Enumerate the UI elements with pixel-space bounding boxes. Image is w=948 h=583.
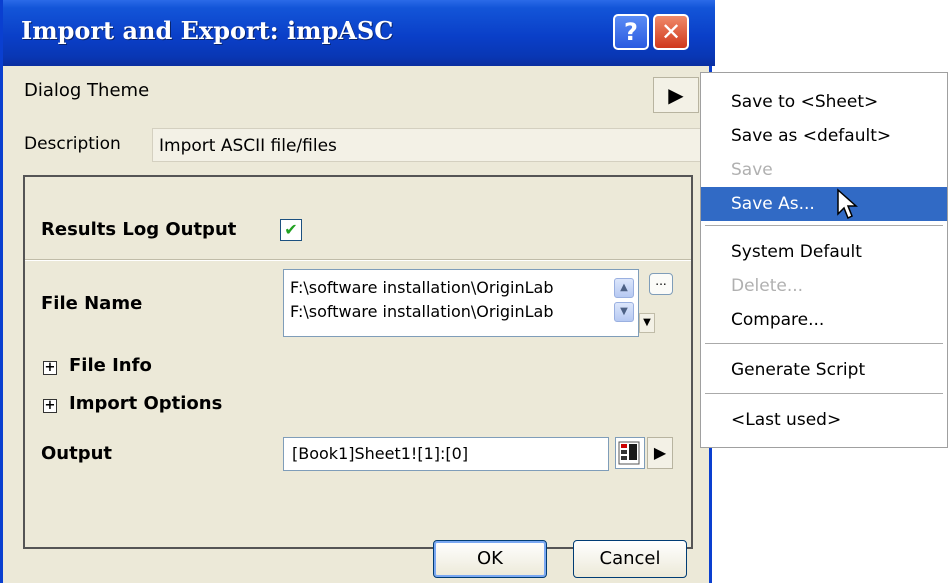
results-log-checkbox[interactable]: ✔ bbox=[280, 219, 302, 241]
output-range-selector-icon[interactable] bbox=[615, 437, 645, 469]
theme-context-menu: Save to <Sheet> Save as <default> Save S… bbox=[700, 72, 948, 448]
file-name-line-2: F:\software installation\OriginLab bbox=[290, 302, 554, 321]
output-menu-arrow-button[interactable]: ▶ bbox=[647, 437, 673, 469]
cancel-button[interactable]: Cancel bbox=[573, 540, 687, 578]
browse-button[interactable]: ... bbox=[649, 273, 673, 295]
file-info-label[interactable]: File Info bbox=[69, 355, 152, 376]
file-name-label: File Name bbox=[41, 293, 143, 314]
help-button[interactable]: ? bbox=[613, 14, 649, 50]
file-name-line-1: F:\software installation\OriginLab bbox=[290, 278, 554, 297]
import-options-label[interactable]: Import Options bbox=[69, 393, 222, 414]
menu-item-save-as[interactable]: Save As... bbox=[701, 187, 947, 221]
dialog-title: Import and Export: impASC bbox=[21, 16, 394, 45]
dialog-theme-label: Dialog Theme bbox=[24, 80, 150, 101]
description-row: Description Import ASCII file/files bbox=[6, 120, 704, 164]
import-options-expand-icon[interactable]: + bbox=[43, 399, 57, 413]
file-info-expand-icon[interactable]: + bbox=[43, 361, 57, 375]
scroll-down-icon[interactable]: ▼ bbox=[614, 302, 634, 322]
file-name-list[interactable]: F:\software installation\OriginLab F:\so… bbox=[283, 269, 639, 337]
file-dropdown-icon[interactable]: ▼ bbox=[639, 313, 655, 333]
settings-panel: Results Log Output ✔ File Name F:\softwa… bbox=[23, 175, 693, 549]
results-log-label: Results Log Output bbox=[41, 219, 237, 240]
import-export-dialog: Import and Export: impASC ? ✕ Dialog The… bbox=[0, 0, 715, 583]
menu-item-compare[interactable]: Compare... bbox=[701, 303, 947, 337]
menu-separator bbox=[705, 393, 943, 394]
mouse-cursor-icon bbox=[837, 188, 858, 220]
menu-item-last-used[interactable]: <Last used> bbox=[701, 403, 947, 437]
menu-item-generate-script[interactable]: Generate Script bbox=[701, 353, 947, 387]
menu-separator bbox=[705, 225, 943, 226]
dialog-theme-row: Dialog Theme ▶ bbox=[6, 70, 704, 114]
ok-button[interactable]: OK bbox=[433, 540, 547, 578]
menu-item-delete: Delete... bbox=[731, 276, 804, 296]
menu-item-save-as-default[interactable]: Save as <default> bbox=[701, 119, 947, 153]
description-label: Description bbox=[24, 134, 121, 154]
title-bar[interactable]: Import and Export: impASC ? ✕ bbox=[3, 0, 715, 66]
scroll-up-icon[interactable]: ▲ bbox=[614, 278, 634, 298]
close-button[interactable]: ✕ bbox=[653, 14, 689, 50]
output-field[interactable]: [Book1]Sheet1![1]:[0] bbox=[283, 437, 609, 471]
menu-item-save-to-sheet[interactable]: Save to <Sheet> bbox=[701, 85, 947, 119]
output-label: Output bbox=[41, 443, 113, 464]
menu-separator bbox=[705, 343, 943, 344]
description-value: Import ASCII file/files bbox=[152, 128, 704, 162]
divider bbox=[25, 259, 691, 261]
menu-item-save: Save bbox=[731, 160, 773, 180]
theme-menu-arrow-button[interactable]: ▶ bbox=[653, 77, 699, 113]
menu-item-system-default[interactable]: System Default bbox=[701, 235, 947, 269]
